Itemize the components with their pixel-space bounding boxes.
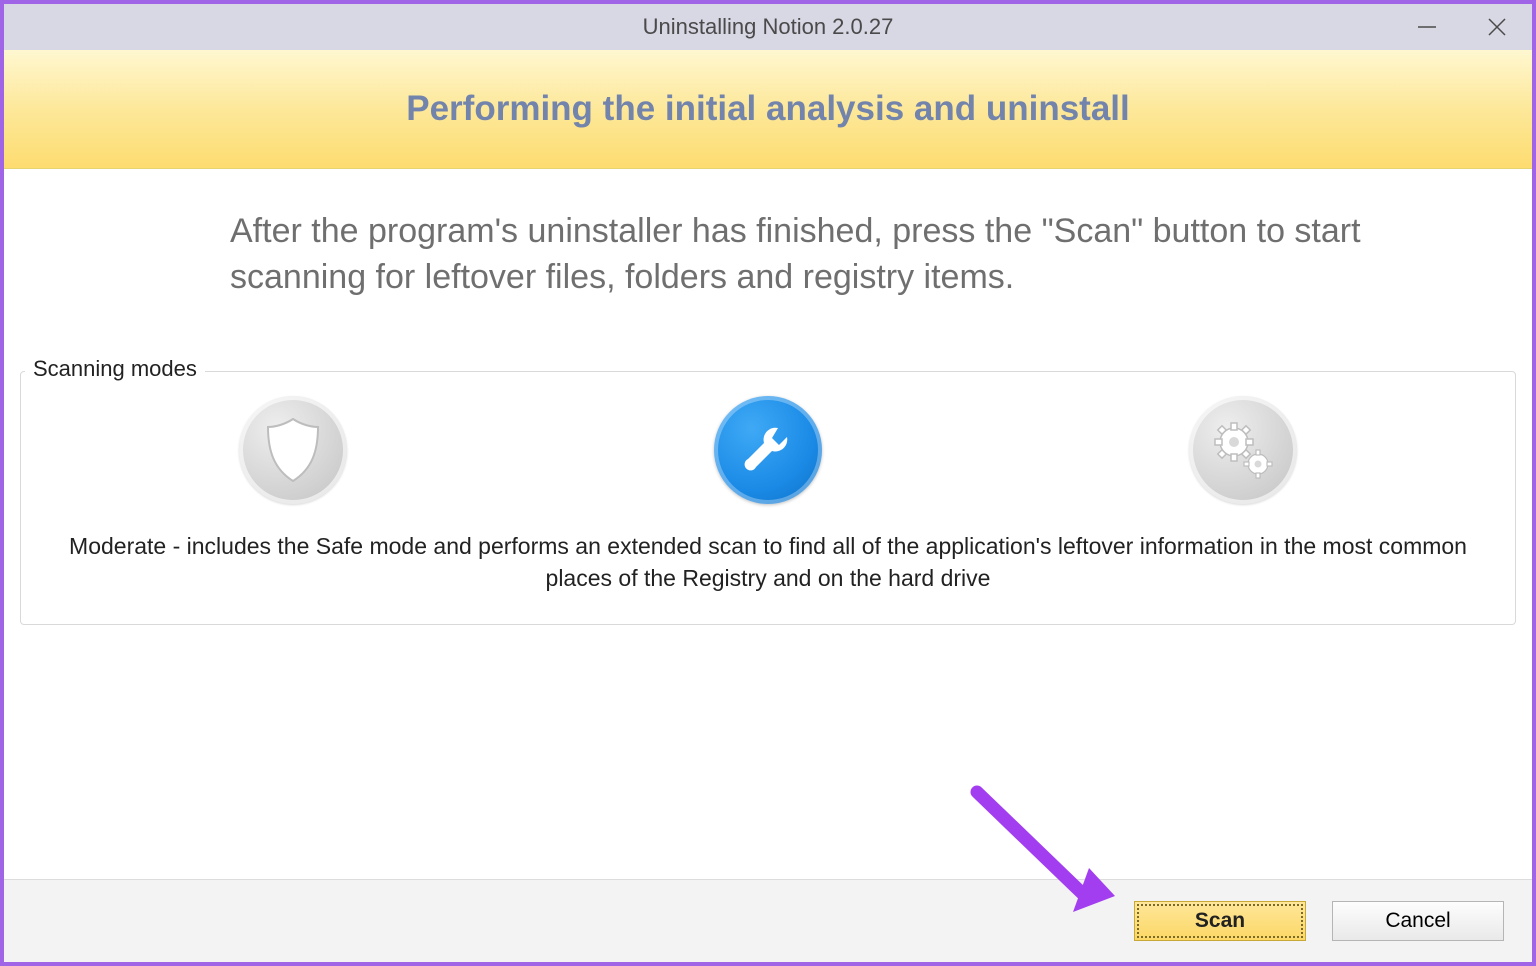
close-icon — [1484, 14, 1510, 40]
shield-icon — [264, 417, 322, 483]
titlebar: Uninstalling Notion 2.0.27 — [4, 4, 1532, 50]
minimize-button[interactable] — [1392, 4, 1462, 50]
scanning-modes-legend: Scanning modes — [25, 356, 205, 382]
minimize-icon — [1414, 14, 1440, 40]
mode-description: Moderate - includes the Safe mode and pe… — [55, 530, 1481, 594]
step-banner: Performing the initial analysis and unin… — [4, 50, 1532, 169]
mode-advanced[interactable] — [1189, 396, 1297, 504]
window-controls — [1392, 4, 1532, 50]
gears-icon — [1208, 418, 1278, 482]
scanning-modes-group: Scanning modes — [20, 371, 1516, 625]
cancel-button[interactable]: Cancel — [1332, 901, 1504, 941]
scan-button[interactable]: Scan — [1134, 901, 1306, 941]
mode-safe[interactable] — [239, 396, 347, 504]
scan-button-label: Scan — [1195, 909, 1245, 933]
cancel-button-label: Cancel — [1385, 909, 1450, 933]
step-heading: Performing the initial analysis and unin… — [406, 89, 1129, 129]
footer-bar: Scan Cancel — [4, 879, 1532, 962]
mode-icon-row — [55, 396, 1481, 504]
wrench-icon — [738, 420, 798, 480]
close-button[interactable] — [1462, 4, 1532, 50]
main-content: After the program's uninstaller has fini… — [4, 169, 1532, 879]
instruction-text: After the program's uninstaller has fini… — [230, 209, 1396, 301]
mode-moderate[interactable] — [714, 396, 822, 504]
window-title: Uninstalling Notion 2.0.27 — [4, 14, 1532, 40]
uninstaller-window: Uninstalling Notion 2.0.27 Performing th… — [0, 0, 1536, 966]
